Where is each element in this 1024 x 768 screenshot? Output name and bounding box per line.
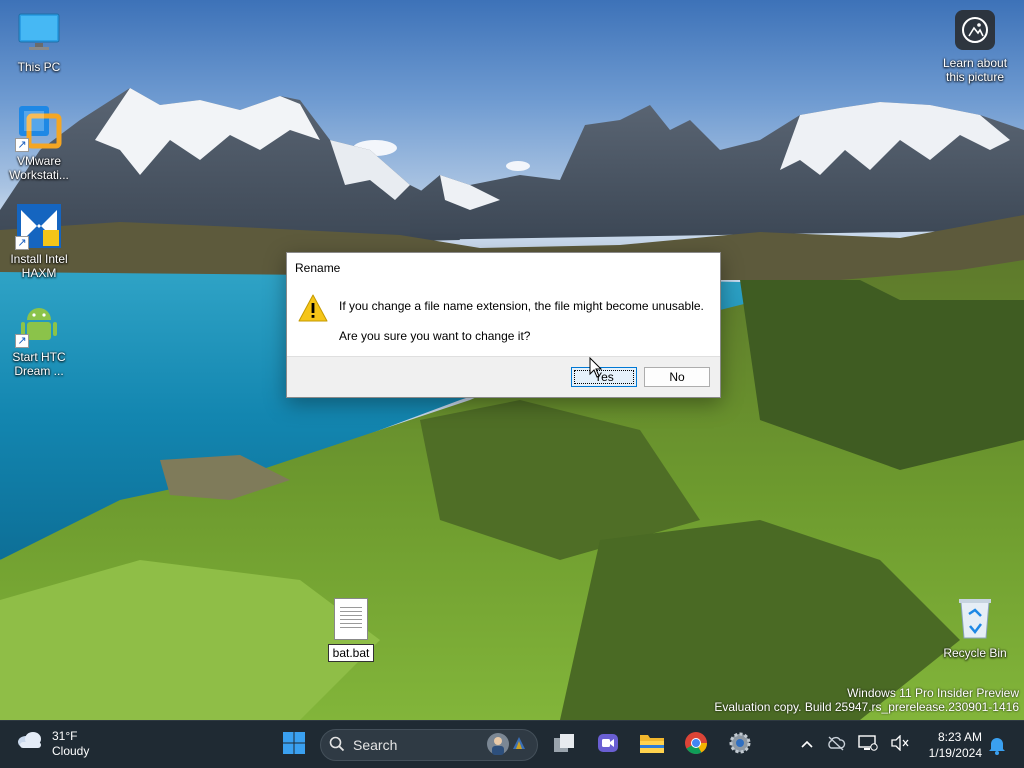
taskbar-center: Search	[276, 727, 758, 763]
learn-about-label: Learn about this picture	[942, 56, 1008, 84]
start-button[interactable]	[276, 727, 312, 763]
no-button[interactable]: No	[644, 367, 710, 387]
chrome-icon	[684, 731, 708, 760]
search-icon	[329, 736, 345, 755]
dialog-title: Rename	[295, 261, 341, 275]
clock-time: 8:23 AM	[937, 730, 982, 744]
volume-muted-icon[interactable]	[890, 733, 910, 756]
system-tray	[800, 721, 910, 768]
settings-button[interactable]	[722, 727, 758, 763]
monitor-icon	[15, 10, 63, 58]
shortcut-arrow-icon: ↗	[15, 138, 29, 152]
recycle-bin-icon	[955, 596, 995, 640]
watermark-edition: Windows 11 Pro Insider Preview	[847, 686, 1019, 700]
yes-button[interactable]: Yes	[571, 367, 637, 387]
desktop-icon-label: Install Intel HAXM	[10, 252, 68, 280]
windows-logo-icon	[282, 731, 306, 760]
desktop-icon-bat-file[interactable]: bat.bat	[326, 598, 376, 662]
text-file-icon	[334, 598, 368, 640]
rename-dialog: Rename If you change a file name extensi…	[286, 252, 721, 398]
weather-condition: Cloudy	[52, 744, 90, 758]
dialog-question: Are you sure you want to change it?	[339, 329, 531, 343]
search-placeholder: Search	[353, 737, 398, 753]
task-view-button[interactable]	[546, 727, 582, 763]
task-view-icon	[552, 732, 576, 759]
taskbar: 31°F Cloudy Search 8:23 AM 1/19/2024	[0, 720, 1024, 768]
taskbar-search-box[interactable]: Search	[320, 729, 538, 761]
clock-date: 1/19/2024	[928, 746, 982, 760]
desktop-icon-htc-dream[interactable]: ↗ Start HTC Dream ...	[1, 300, 77, 378]
build-watermark: Windows 11 Pro Insider Preview Evaluatio…	[714, 686, 1019, 714]
chevron-up-icon[interactable]	[800, 736, 814, 754]
shortcut-arrow-icon: ↗	[15, 236, 29, 250]
haxm-icon: ↗	[15, 202, 63, 250]
rename-textbox[interactable]: bat.bat	[327, 644, 375, 662]
notification-bell-icon[interactable]	[988, 735, 1006, 760]
warning-icon	[297, 293, 329, 328]
desktop-icon-recycle-bin[interactable]: Recycle Bin	[940, 596, 1010, 660]
onedrive-offline-icon[interactable]	[826, 735, 846, 756]
cloud-icon	[16, 729, 44, 759]
desktop-icon-vmware[interactable]: ↗ VMware Workstati...	[1, 104, 77, 182]
file-explorer-button[interactable]	[634, 727, 670, 763]
weather-widget[interactable]: 31°F Cloudy	[16, 729, 89, 759]
desktop-icon-label: Start HTC Dream ...	[12, 350, 66, 378]
search-highlight-icon	[485, 731, 529, 760]
chrome-button[interactable]	[678, 727, 714, 763]
camera-lens-icon	[955, 10, 995, 50]
recycle-bin-label: Recycle Bin	[943, 646, 1007, 660]
network-icon[interactable]	[858, 734, 878, 757]
shortcut-arrow-icon: ↗	[15, 334, 29, 348]
taskbar-clock[interactable]: 8:23 AM 1/19/2024	[924, 729, 982, 761]
weather-temperature: 31°F	[52, 729, 78, 743]
desktop-icon-haxm[interactable]: ↗ Install Intel HAXM	[1, 202, 77, 280]
file-explorer-icon	[639, 732, 665, 759]
dialog-footer: Yes No	[287, 356, 720, 397]
watermark-build: Evaluation copy. Build 25947.rs_prerelea…	[714, 700, 1019, 714]
desktop-icon-this-pc[interactable]: This PC	[1, 10, 77, 74]
vmware-icon: ↗	[15, 104, 63, 152]
desktop-icon-label: This PC	[17, 60, 61, 74]
learn-about-picture[interactable]: Learn about this picture	[935, 10, 1015, 84]
settings-icon	[728, 731, 752, 760]
mouse-pointer-icon	[589, 356, 603, 384]
android-icon: ↗	[15, 300, 63, 348]
desktop-icon-label: VMware Workstati...	[9, 154, 69, 182]
dialog-body: If you change a file name extension, the…	[287, 283, 720, 357]
meet-app-button[interactable]	[590, 727, 626, 763]
dialog-message: If you change a file name extension, the…	[339, 299, 704, 313]
meet-icon	[596, 731, 620, 760]
